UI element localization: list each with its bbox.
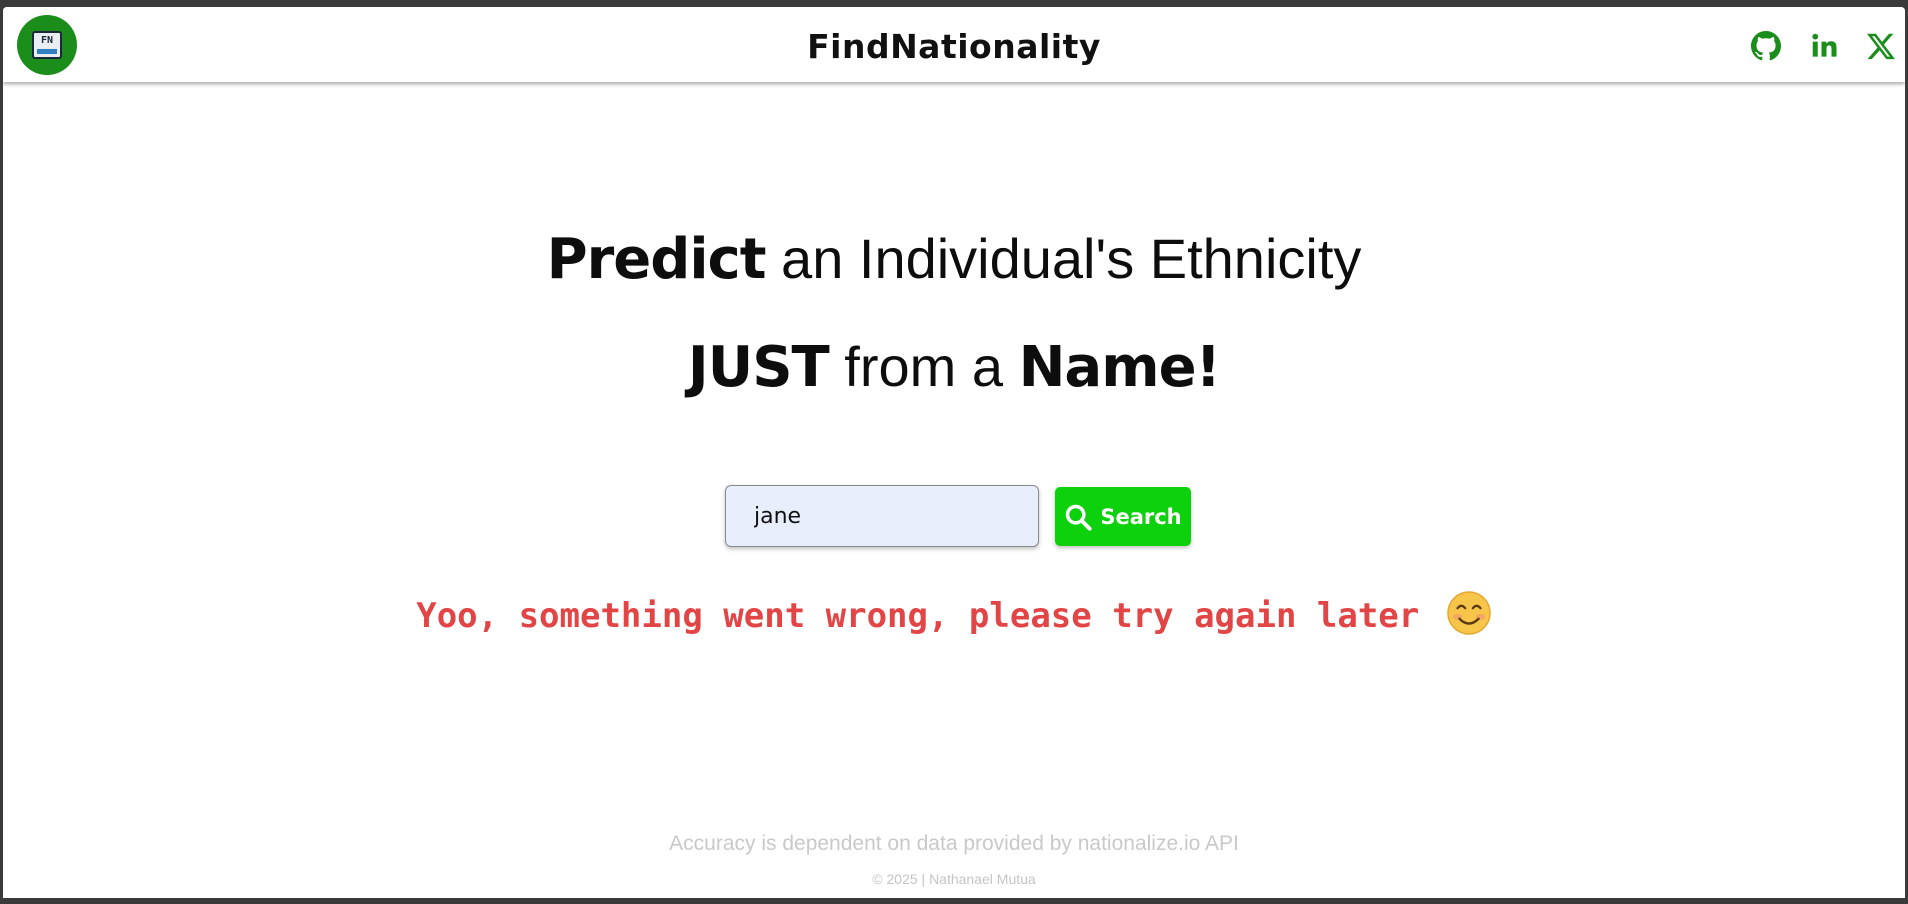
- hero-bold-name: Name!: [1018, 335, 1222, 400]
- search-button-label: Search: [1100, 504, 1182, 529]
- x-twitter-link[interactable]: [1864, 29, 1898, 63]
- hero-line-2-mid: from a: [828, 335, 1019, 398]
- brand-title: FindNationality: [807, 27, 1101, 66]
- x-twitter-icon: [1867, 33, 1895, 60]
- hero-line-1: Predict an Individual's Ethnicity: [3, 224, 1905, 295]
- name-search-input[interactable]: [725, 485, 1039, 547]
- github-link[interactable]: [1749, 29, 1783, 63]
- hero-line-1-rest: an Individual's Ethnicity: [765, 227, 1362, 290]
- smiling-face-icon: [1446, 590, 1491, 635]
- app-window: FN FindNationality Predict an Individual…: [3, 7, 1905, 898]
- logo-text: FN: [40, 35, 54, 46]
- github-icon: [1751, 31, 1781, 61]
- search-button[interactable]: Search: [1055, 487, 1191, 546]
- hero-bold-just: JUST: [687, 335, 830, 400]
- hero-line-2: JUST from a Name!: [3, 332, 1905, 403]
- linkedin-icon: [1812, 33, 1837, 57]
- footer-copyright: © 2025 | Nathanael Mutua: [872, 871, 1036, 887]
- error-message-text: Yoo, something went wrong, please try ag…: [416, 596, 1420, 636]
- navbar: FN FindNationality: [3, 7, 1905, 82]
- footer-accuracy-note: Accuracy is dependent on data provided b…: [669, 832, 1239, 855]
- search-icon: [1066, 504, 1092, 531]
- linkedin-link[interactable]: [1807, 29, 1841, 63]
- hero-bold-predict: Predict: [546, 227, 767, 292]
- error-message: Yoo, something went wrong, please try ag…: [3, 590, 1905, 641]
